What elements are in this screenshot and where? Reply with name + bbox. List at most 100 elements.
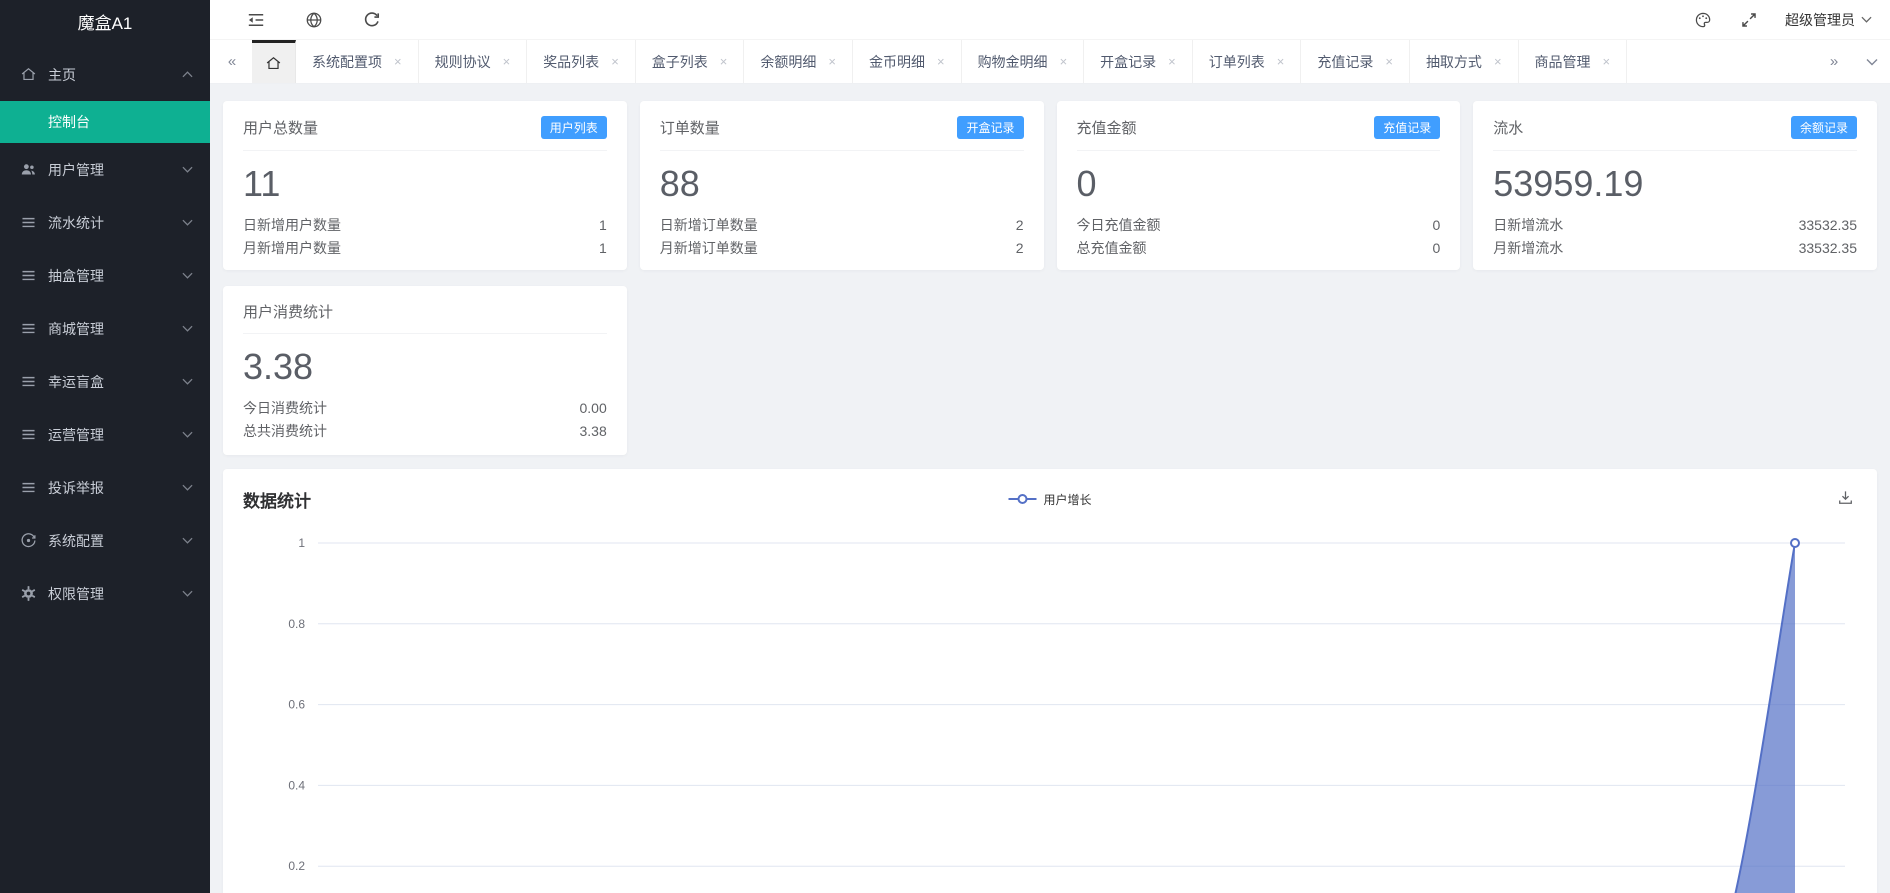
stat-row-label: 日新增流水 xyxy=(1493,214,1563,237)
chart-title: 数据统计 xyxy=(243,487,311,512)
chart-legend-item[interactable]: 用户增长 xyxy=(1008,491,1091,508)
gear-icon xyxy=(20,585,37,602)
download-chart-icon[interactable] xyxy=(1837,489,1857,509)
stat-card-title: 流水 xyxy=(1493,117,1523,138)
topbar-right: 超级管理员 xyxy=(1693,10,1872,30)
tab-item[interactable]: 开盒记录 × xyxy=(1084,40,1193,83)
close-tab-icon[interactable]: × xyxy=(937,55,945,68)
stat-card-row: 今日消费统计0.00 xyxy=(243,397,607,420)
stat-card-badge-link[interactable]: 开盒记录 xyxy=(957,116,1023,139)
close-tab-icon[interactable]: × xyxy=(1385,55,1393,68)
sidebar-item[interactable]: 幸运盲盒 xyxy=(0,355,210,408)
y-axis-tick-label: 0.6 xyxy=(288,698,305,712)
sidebar-item-label: 运营管理 xyxy=(48,425,182,445)
y-axis-tick-label: 0.8 xyxy=(288,617,305,631)
tab-item[interactable]: 订单列表× xyxy=(1193,40,1302,83)
y-axis-tick-label: 1 xyxy=(298,536,305,550)
stat-card-title: 充值金额 xyxy=(1077,117,1137,138)
tab-label: 规则协议 xyxy=(435,52,491,72)
tab-item[interactable]: 系统配置项 × xyxy=(296,40,419,83)
tab-item[interactable]: 购物金明细× xyxy=(962,40,1085,83)
tab-label: 开盒记录 xyxy=(1100,52,1156,72)
tab-label: 金币明细 xyxy=(869,52,925,72)
chevron-down-icon xyxy=(182,272,194,280)
stat-row-label: 日新增订单数量 xyxy=(660,214,758,237)
close-tab-icon[interactable]: × xyxy=(394,55,402,68)
tab-item[interactable]: 商品管理× xyxy=(1519,40,1628,83)
close-tab-icon[interactable]: × xyxy=(828,55,836,68)
sidebar-item-label: 用户管理 xyxy=(48,160,182,180)
sidebar-subitem[interactable]: 控制台 xyxy=(0,101,210,143)
sidebar-item[interactable]: 主页 xyxy=(0,48,210,101)
sidebar-item[interactable]: 权限管理 xyxy=(0,567,210,620)
stat-card: 流水余额记录53959.19日新增流水33532.35月新增流水33532.35 xyxy=(1473,101,1877,270)
sidebar-item[interactable]: 商城管理 xyxy=(0,302,210,355)
sidebar-item[interactable]: 流水统计 xyxy=(0,196,210,249)
tab-list-dropdown[interactable] xyxy=(1854,40,1890,83)
chevron-down-icon xyxy=(1866,58,1878,66)
stat-row-value: 33532.35 xyxy=(1799,214,1857,237)
collapse-sidebar-icon[interactable] xyxy=(246,10,266,30)
stat-cards-row-2: 用户消费统计3.38今日消费统计0.00总共消费统计3.38 xyxy=(223,286,1877,455)
tab-item[interactable]: 盒子列表 × xyxy=(636,40,745,83)
sidebar-item[interactable]: 抽盒管理 xyxy=(0,249,210,302)
last-point-marker xyxy=(1791,539,1799,547)
close-tab-icon[interactable]: × xyxy=(720,55,728,68)
tab-label: 系统配置项 xyxy=(312,52,382,72)
home-icon xyxy=(20,66,37,83)
close-tab-icon[interactable]: × xyxy=(1060,55,1068,68)
sidebar-item[interactable]: 投诉举报 xyxy=(0,461,210,514)
stat-row-label: 月新增订单数量 xyxy=(660,237,758,260)
tab-item[interactable]: 奖品列表 × xyxy=(527,40,636,83)
tab-item[interactable]: 金币明细 × xyxy=(853,40,962,83)
tabs-scroll-left[interactable]: « xyxy=(210,40,252,83)
stat-card: 订单数量开盒记录88日新增订单数量2月新增订单数量2 xyxy=(640,101,1044,270)
chart-header: 数据统计 用户增长 xyxy=(243,485,1857,513)
tab-item[interactable]: 抽取方式 × xyxy=(1410,40,1519,83)
close-tab-icon[interactable]: × xyxy=(611,55,619,68)
stat-card: 用户消费统计3.38今日消费统计0.00总共消费统计3.38 xyxy=(223,286,627,455)
close-tab-icon[interactable]: × xyxy=(1277,55,1285,68)
tabs-scroll-right[interactable]: » xyxy=(1812,40,1854,83)
close-tab-icon[interactable]: × xyxy=(1168,55,1176,68)
stat-card-badge-link[interactable]: 余额记录 xyxy=(1791,116,1857,139)
y-axis-tick-label: 0.2 xyxy=(288,859,305,873)
theme-palette-icon[interactable] xyxy=(1693,10,1713,30)
sidebar-item[interactable]: 系统配置 xyxy=(0,514,210,567)
fullscreen-icon[interactable] xyxy=(1739,10,1759,30)
sidebar-item[interactable]: 用户管理 xyxy=(0,143,210,196)
tab-home[interactable] xyxy=(252,40,296,83)
list-icon xyxy=(20,426,37,443)
stat-card-badge-link[interactable]: 用户列表 xyxy=(541,116,607,139)
close-tab-icon[interactable]: × xyxy=(1494,55,1502,68)
tab-label: 奖品列表 xyxy=(543,52,599,72)
chevron-up-icon xyxy=(182,71,194,79)
tab-item[interactable]: 充值记录× xyxy=(1301,40,1410,83)
sidebar-item-label: 抽盒管理 xyxy=(48,266,182,286)
refresh-icon[interactable] xyxy=(362,10,382,30)
content: 用户总数量用户列表11日新增用户数量1月新增用户数量1订单数量开盒记录88日新增… xyxy=(210,84,1890,893)
close-tab-icon[interactable]: × xyxy=(1603,55,1611,68)
sidebar: 魔盒A1 主页控制台用户管理流水统计抽盒管理商城管理幸运盲盒运营管理投诉举报系统… xyxy=(0,0,210,893)
chevron-down-icon xyxy=(182,219,194,227)
stat-card-value: 11 xyxy=(243,163,607,205)
list-icon xyxy=(20,214,37,231)
stat-card-badge-link[interactable]: 充值记录 xyxy=(1374,116,1440,139)
stat-card-header: 订单数量开盒记录 xyxy=(660,116,1024,151)
tab-item[interactable]: 规则协议 × xyxy=(419,40,528,83)
stat-row-label: 月新增用户数量 xyxy=(243,237,341,260)
close-tab-icon[interactable]: × xyxy=(503,55,511,68)
tab-list: 系统配置项×规则协议×奖品列表×盒子列表×余额明细×金币明细×购物金明细×开盒记… xyxy=(296,40,1812,83)
tab-label: 盒子列表 xyxy=(652,52,708,72)
sidebar-item[interactable]: 运营管理 xyxy=(0,408,210,461)
app-root: 魔盒A1 主页控制台用户管理流水统计抽盒管理商城管理幸运盲盒运营管理投诉举报系统… xyxy=(0,0,1890,893)
language-icon[interactable] xyxy=(304,10,324,30)
stat-card-title: 用户总数量 xyxy=(243,117,318,138)
stat-row-value: 1 xyxy=(599,214,607,237)
tab-label: 抽取方式 xyxy=(1426,52,1482,72)
tab-item[interactable]: 余额明细× xyxy=(744,40,853,83)
line-chart: 0.20.40.60.81 xyxy=(243,523,1857,893)
list-icon xyxy=(20,320,37,337)
sidebar-item-label: 幸运盲盒 xyxy=(48,372,182,392)
user-menu[interactable]: 超级管理员 xyxy=(1785,10,1872,30)
